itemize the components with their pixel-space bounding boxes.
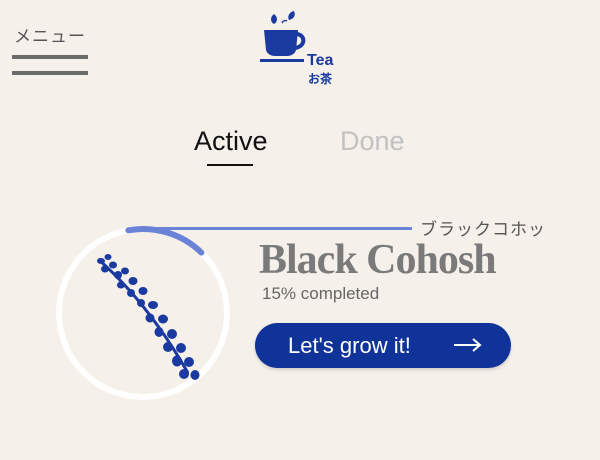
grow-button-label: Let's grow it!	[288, 333, 411, 358]
logo-text-jp: お茶	[308, 72, 333, 86]
tab-done[interactable]: Done	[340, 126, 405, 157]
tab-active[interactable]: Active	[194, 126, 268, 157]
progress-text: 15% completed	[262, 284, 380, 303]
status-tabs: Active Done	[0, 126, 600, 170]
tab-active-underline	[207, 164, 253, 166]
grow-button[interactable]: Let's grow it!	[255, 323, 511, 368]
menu-bar-icon	[12, 71, 88, 75]
menu-label: メニュー	[14, 27, 86, 47]
progress-arc	[56, 226, 230, 400]
logo-text: Tea	[307, 52, 334, 69]
plant-name-leader-line	[140, 227, 412, 230]
app-logo: Tea お茶	[258, 8, 348, 86]
menu-button[interactable]: メニュー	[12, 22, 92, 75]
plant-progress-ring	[53, 223, 233, 403]
black-cohosh-sprig-icon	[97, 254, 200, 380]
menu-bar-icon	[12, 55, 88, 59]
arrow-right-icon	[454, 338, 482, 352]
plant-name: Black Cohosh	[259, 237, 497, 283]
